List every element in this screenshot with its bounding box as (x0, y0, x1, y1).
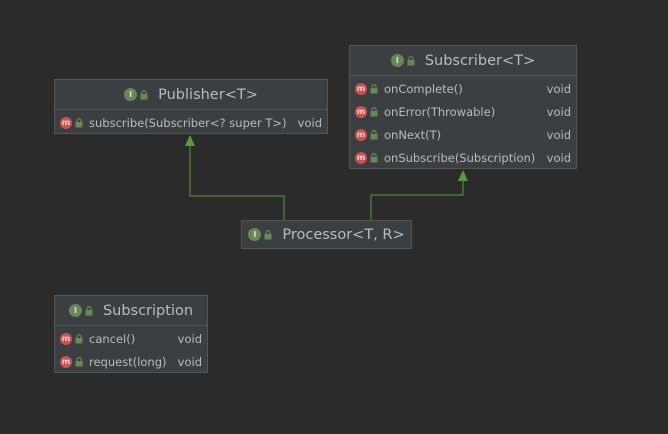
member-return-type: void (546, 150, 571, 165)
subscriber-member-onnext[interactable]: m onNext(T) void (350, 123, 576, 146)
subscriber-header[interactable]: I Subscriber<T> (350, 46, 576, 76)
interface-icon: I (68, 304, 82, 317)
subscriber-interface-box[interactable]: I Subscriber<T> m onComplete() void m on… (349, 45, 577, 169)
member-name: onSubscribe(Subscription) (384, 150, 536, 165)
subscriber-member-onerror[interactable]: m onError(Throwable) void (350, 100, 576, 123)
processor-extends-subscriber-line (370, 181, 464, 220)
member-return-type: void (177, 331, 202, 346)
publisher-arrowhead (185, 135, 195, 146)
subscriber-title: Subscriber<T> (424, 52, 536, 69)
lock-icon (85, 305, 93, 315)
subscription-members: m cancel() void m request(long) void (55, 326, 207, 373)
lock-icon (370, 106, 378, 116)
publisher-title: Publisher<T> (158, 86, 258, 103)
interface-icon: I (124, 88, 138, 101)
lock-icon (75, 356, 83, 366)
processor-interface-box[interactable]: I Processor<T, R> (241, 220, 412, 249)
lock-icon (370, 129, 378, 139)
subscription-title: Subscription (102, 302, 194, 319)
lock-icon (370, 152, 378, 162)
subscription-header[interactable]: I Subscription (55, 296, 207, 326)
member-name: request(long) (89, 354, 167, 369)
processor-title: Processor<T, R> (282, 226, 405, 243)
member-return-type: void (546, 104, 571, 119)
subscription-interface-box[interactable]: I Subscription m cancel() void m request… (54, 295, 208, 373)
lock-icon (75, 117, 83, 127)
member-name: onNext(T) (384, 127, 442, 142)
lock-icon (264, 229, 272, 239)
subscriber-member-oncomplete[interactable]: m onComplete() void (350, 77, 576, 100)
publisher-member-subscribe[interactable]: m subscribe(Subscriber<? super T>) void (55, 111, 327, 134)
interface-icon: I (248, 228, 262, 241)
method-icon: m (60, 332, 72, 345)
interface-icon: I (390, 54, 404, 67)
subscriber-arrowhead (458, 170, 468, 181)
lock-icon (140, 89, 148, 99)
subscriber-members: m onComplete() void m onError(Throwable)… (350, 76, 576, 169)
processor-extends-publisher-line (189, 146, 285, 220)
method-icon: m (355, 151, 367, 164)
method-icon: m (355, 128, 367, 141)
publisher-members: m subscribe(Subscriber<? super T>) void (55, 110, 327, 134)
method-icon: m (60, 355, 72, 368)
subscriber-member-onsubscribe[interactable]: m onSubscribe(Subscription) void (350, 146, 576, 169)
member-return-type: void (546, 127, 571, 142)
member-return-type: void (297, 115, 322, 130)
member-name: onComplete() (384, 81, 463, 96)
member-name: subscribe(Subscriber<? super T>) (89, 115, 287, 130)
member-name: onError(Throwable) (384, 104, 496, 119)
publisher-interface-box[interactable]: I Publisher<T> m subscribe(Subscriber<? … (54, 79, 328, 134)
method-icon: m (355, 105, 367, 118)
member-return-type: void (177, 354, 202, 369)
subscription-member-request[interactable]: m request(long) void (55, 350, 207, 373)
lock-icon (75, 333, 83, 343)
publisher-header[interactable]: I Publisher<T> (55, 80, 327, 110)
member-name: cancel() (89, 331, 136, 346)
lock-icon (370, 83, 378, 93)
processor-header[interactable]: I Processor<T, R> (242, 221, 411, 248)
member-return-type: void (546, 81, 571, 96)
method-icon: m (355, 82, 367, 95)
method-icon: m (60, 116, 72, 129)
subscription-member-cancel[interactable]: m cancel() void (55, 327, 207, 350)
lock-icon (407, 55, 415, 65)
